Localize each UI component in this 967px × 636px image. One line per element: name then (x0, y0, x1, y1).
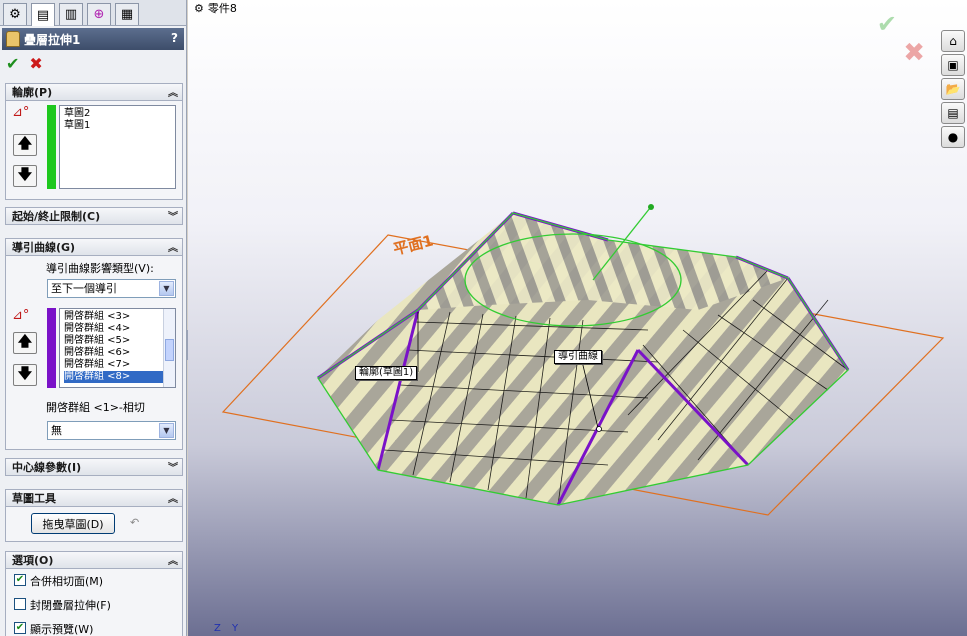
property-manager-tab-icon[interactable]: ▤ (31, 3, 55, 26)
graphics-area[interactable]: ⚙ 零件8 ✔ ✖ ⌂ ▣ 📂 ▤ ● 平面1 輪廓(草圖1) 導引曲線 Z Y (188, 0, 967, 636)
list-item[interactable]: 開啓群組 <5> (64, 335, 175, 347)
show-preview-label: 顯示預覽(W) (30, 623, 94, 636)
help-button[interactable]: ? (171, 31, 178, 45)
influence-type-value: 至下一個導引 (51, 282, 117, 295)
profiles-header-label: 輪廓(P) (12, 86, 53, 99)
sketch-tools-header-label: 草圖工具 (12, 492, 56, 505)
ok-cancel-row: ✔ ✖ (6, 54, 43, 74)
tangency-label: 開啓群組 <1>-相切 (46, 401, 145, 414)
manager-tab-bar: ⚙ ▤ ▥ ⊕ ▦ (0, 0, 186, 26)
tangency-select[interactable]: 無 ▼ (47, 421, 176, 440)
display-manager-tab-icon[interactable]: ▦ (115, 3, 139, 25)
collapse-chevron-icon[interactable]: ︽ (168, 552, 178, 567)
list-item[interactable]: 開啓群組 <3> (64, 311, 175, 323)
guides-group-header[interactable]: 導引曲線(G) ︽ (5, 238, 183, 256)
list-item[interactable]: 開啓群組 <4> (64, 323, 175, 335)
undo-icon[interactable]: ↶ (130, 516, 139, 529)
guides-header-label: 導引曲線(G) (12, 241, 76, 254)
dimxpert-tab-icon[interactable]: ⊕ (87, 3, 111, 25)
configuration-manager-tab-icon[interactable]: ▥ (59, 3, 83, 25)
move-up-button[interactable]: 🡅 (13, 332, 37, 354)
axis-triad: Z Y (214, 623, 238, 634)
list-item[interactable]: 開啓群組 <7> (64, 359, 175, 371)
constraints-header-label: 起始/終止限制(C) (12, 210, 101, 223)
list-item-selected[interactable]: 開啓群組 <8> (64, 371, 175, 383)
move-down-button[interactable]: 🡇 (13, 364, 37, 386)
influence-type-label: 導引曲線影響類型(V): (46, 262, 154, 275)
tangency-value: 無 (51, 424, 62, 437)
expand-chevron-icon[interactable]: ︾ (168, 459, 178, 474)
feature-manager-tab-icon[interactable]: ⚙ (3, 3, 27, 25)
scroll-thumb[interactable] (165, 339, 174, 361)
guide-curve-callout[interactable]: 導引曲線 (554, 350, 602, 364)
sketch-tools-group-body: 拖曳草圖(D) ↶ (5, 507, 183, 542)
drag-sketch-label: 拖曳草圖(D) (42, 517, 104, 531)
profiles-group-header[interactable]: 輪廓(P) ︽ (5, 83, 183, 101)
pm-title-bar: 疊層拉伸1 ? (2, 28, 184, 50)
ok-button[interactable]: ✔ (6, 54, 19, 74)
y-axis-label: Y (232, 623, 239, 634)
move-up-button[interactable]: 🡅 (13, 134, 37, 156)
guide-curve-icon: ⊿° (12, 308, 30, 323)
profile-sketch-icon: ⊿° (12, 105, 30, 120)
list-item[interactable]: 草圖1 (64, 120, 175, 132)
profile-color-bar (47, 105, 56, 189)
list-item[interactable]: 開啓群組 <6> (64, 347, 175, 359)
pm-title: 疊層拉伸1 (24, 32, 81, 47)
close-loft-label: 封閉疊層拉伸(F) (30, 599, 111, 612)
guide-color-bar (47, 308, 56, 388)
close-loft-checkbox[interactable] (14, 598, 26, 610)
list-item[interactable]: 草圖2 (64, 108, 175, 120)
sketch-tools-group-header[interactable]: 草圖工具 ︽ (5, 489, 183, 507)
profiles-list[interactable]: 草圖2 草圖1 (59, 105, 176, 189)
dropdown-arrow-icon[interactable]: ▼ (159, 281, 174, 296)
model-canvas (221, 204, 945, 516)
property-manager: ⚙ ▤ ▥ ⊕ ▦ 疊層拉伸1 ? ✔ ✖ 輪廓(P) ︽ ⊿° 草圖2 草圖1… (0, 0, 187, 636)
show-preview-checkbox[interactable]: ✔ (14, 622, 26, 634)
centerline-group-header[interactable]: 中心線參數(I) ︾ (5, 458, 183, 476)
centerline-header-label: 中心線參數(I) (12, 461, 82, 474)
profile-callout[interactable]: 輪廓(草圖1) (355, 366, 418, 380)
loft-feature-icon (6, 31, 20, 47)
collapse-chevron-icon[interactable]: ︽ (168, 239, 178, 254)
merge-tangent-checkbox[interactable]: ✔ (14, 574, 26, 586)
constraints-group-header[interactable]: 起始/終止限制(C) ︾ (5, 207, 183, 225)
influence-type-select[interactable]: 至下一個導引 ▼ (47, 279, 176, 298)
collapse-chevron-icon[interactable]: ︽ (168, 84, 178, 99)
guides-scrollbar[interactable] (163, 309, 175, 387)
options-group-body: ✔ 合併相切面(M) 封閉疊層拉伸(F) ✔ 顯示預覽(W) (5, 569, 183, 636)
cancel-button[interactable]: ✖ (29, 54, 42, 74)
guides-list[interactable]: 開啓群組 <3> 開啓群組 <4> 開啓群組 <5> 開啓群組 <6> 開啓群組… (59, 308, 176, 388)
z-axis-label: Z (214, 623, 221, 634)
expand-chevron-icon[interactable]: ︾ (168, 208, 178, 223)
merge-tangent-label: 合併相切面(M) (30, 575, 104, 588)
drag-sketch-button[interactable]: 拖曳草圖(D) (31, 513, 115, 534)
options-header-label: 選項(O) (12, 554, 54, 567)
dropdown-arrow-icon[interactable]: ▼ (159, 423, 174, 438)
options-group-header[interactable]: 選項(O) ︽ (5, 551, 183, 569)
move-down-button[interactable]: 🡇 (13, 165, 37, 187)
profiles-group-body: ⊿° 草圖2 草圖1 🡅 🡇 (5, 101, 183, 200)
guides-group-body: 導引曲線影響類型(V): 至下一個導引 ▼ ⊿° 開啓群組 <3> 開啓群組 <… (5, 256, 183, 450)
collapse-chevron-icon[interactable]: ︽ (168, 490, 178, 505)
